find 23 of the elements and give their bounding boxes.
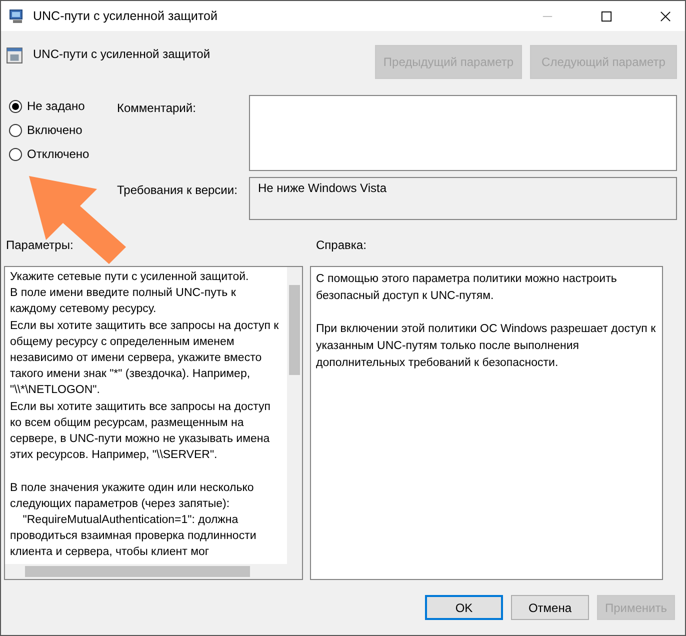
close-icon[interactable] — [660, 10, 671, 22]
options-paragraph: Укажите сетевые пути с усиленной защитой. В поле имени введите полный UNC-путь к каждому сетевому ресурсу. Если вы хотите защитить все запросы на доступ к общему ресурсу с определенным именем независимо от имени сервера, укажите вместо такого имени знак "*" (звездочка). Например, "\\*\NETLOGON". Если вы хотите защитить все запросы на доступ ко всем общим ресурсам, размещенным на сервере, в UNC-пути можно не указывать имена этих ресурсов. Например, "\\SERVER". — [10, 270, 280, 464]
scrollbar-thumb[interactable] — [25, 566, 250, 577]
dialog-button[interactable]: Отмена — [511, 595, 589, 620]
dialog-button[interactable]: OK — [425, 595, 503, 620]
options-label: Параметры: — [5, 238, 74, 254]
window-title: UNC-пути с усиленной защитой — [33, 9, 218, 23]
comment-label: Комментарий: — [117, 100, 197, 117]
radio-option[interactable]: Отключено — [9, 147, 113, 161]
help-paragraph: При включении этой политики ОС Windows разрешает доступ к указанным UNC-путям только после выполнения дополнительных требований к безопасности. — [316, 322, 657, 371]
radio-option[interactable]: Не задано — [9, 99, 113, 113]
requirements-box: Не ниже Windows Vista — [249, 177, 677, 220]
maximize-icon[interactable] — [601, 10, 612, 22]
policy-icon — [6, 47, 23, 64]
computer-icon — [9, 8, 25, 24]
help-label: Справка: — [315, 238, 368, 254]
requirements-label: Требования к версии: — [117, 182, 238, 199]
scrollbar-thumb[interactable] — [289, 285, 300, 375]
options-paragraph: В поле значения укажите один или несколько следующих параметров (через запятые): "RequireMutualAuthentication=1": должна проводиться взаимная проверка подлинности клиента и сервера, чтобы клиент мог — [10, 480, 258, 560]
policy-name: UNC-пути с усиленной защитой — [33, 47, 210, 61]
comment-field[interactable] — [249, 95, 677, 171]
radio-option[interactable]: Включено — [9, 123, 113, 137]
help-paragraph: С помощью этого параметра политики можно настроить безопасный доступ к UNC-путям. — [316, 272, 618, 304]
